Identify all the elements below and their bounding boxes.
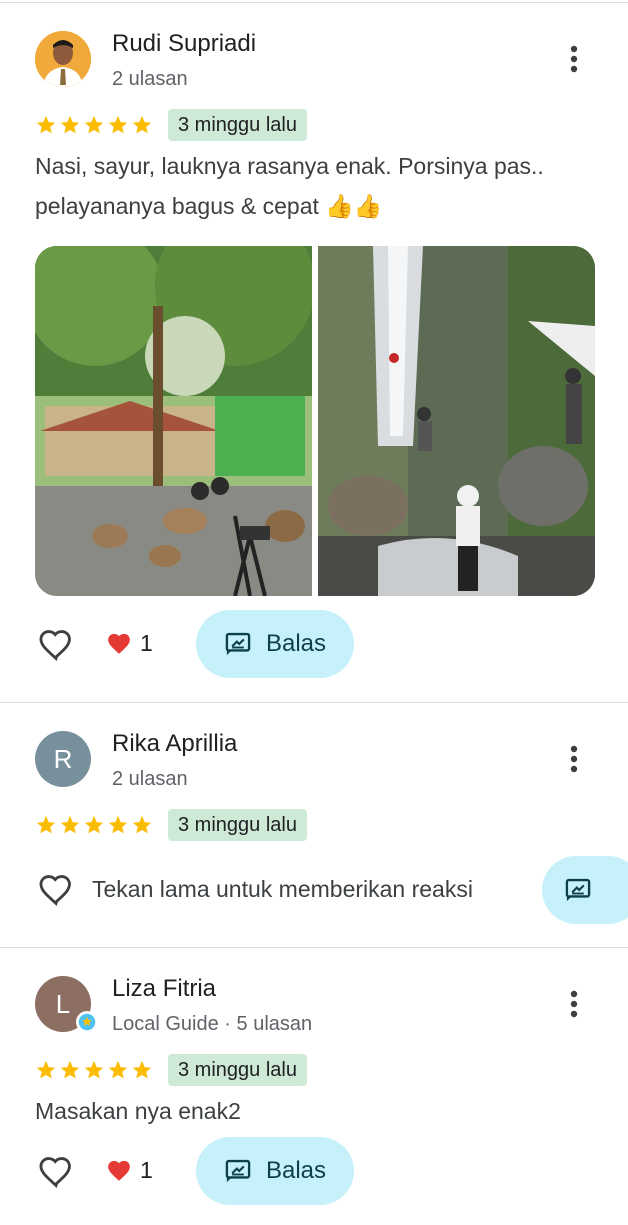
star-icon — [108, 1060, 128, 1079]
local-guide-star-icon — [78, 1013, 96, 1031]
more-options-button[interactable] — [556, 41, 592, 77]
reaction-count: 1 — [140, 630, 153, 656]
reaction-summary[interactable]: 1 — [106, 630, 153, 657]
star-rating — [35, 114, 153, 136]
like-button[interactable] — [37, 871, 75, 909]
star-icon — [108, 815, 128, 834]
reply-icon — [225, 1159, 251, 1183]
more-vert-icon — [570, 990, 578, 1018]
reaction-summary[interactable]: 1 — [106, 1157, 153, 1184]
review-text: Masakan nya enak2 — [35, 1098, 241, 1124]
heart-outline-icon — [39, 630, 71, 662]
review-photo[interactable] — [35, 246, 312, 596]
star-icon — [132, 815, 152, 834]
star-icon — [36, 115, 56, 134]
divider — [0, 947, 628, 948]
star-icon — [84, 115, 104, 134]
avatar-photo — [35, 31, 91, 87]
reaction-hint: Tekan lama untuk memberikan reaksi — [92, 876, 473, 902]
reaction-count: 1 — [140, 1157, 153, 1183]
reply-label: Balas — [265, 630, 327, 657]
reply-icon — [565, 878, 591, 902]
author-name[interactable]: Liza Fitria — [112, 975, 216, 1003]
reply-icon — [225, 632, 251, 656]
star-icon — [132, 1060, 152, 1079]
heart-filled-icon — [108, 633, 130, 654]
author-name[interactable]: Rika Aprillia — [112, 730, 237, 758]
divider — [0, 702, 628, 703]
review-count: 2 ulasan — [112, 768, 188, 790]
more-options-button[interactable] — [556, 741, 592, 777]
avatar[interactable] — [35, 31, 91, 87]
star-icon — [60, 1060, 80, 1079]
like-button[interactable] — [37, 1153, 75, 1191]
avatar[interactable]: R — [35, 731, 91, 787]
avatar-letter: L — [55, 988, 71, 1019]
star-icon — [84, 815, 104, 834]
star-icon — [108, 115, 128, 134]
local-guide-badge — [76, 1011, 98, 1033]
review-count: 2 ulasan — [112, 68, 188, 90]
reply-button[interactable]: Balas — [196, 1137, 354, 1205]
time-badge: 3 minggu lalu — [168, 109, 307, 141]
heart-outline-icon — [39, 1157, 71, 1189]
heart-outline-icon — [39, 875, 71, 907]
star-icon — [36, 815, 56, 834]
outdoor-camp-photo — [35, 246, 312, 596]
reply-label: Balas — [265, 1157, 327, 1184]
time-badge: 3 minggu lalu — [168, 809, 307, 841]
star-icon — [60, 815, 80, 834]
like-button[interactable] — [37, 626, 75, 664]
heart-filled-icon — [108, 1160, 130, 1181]
star-rating — [35, 1059, 153, 1081]
star-icon — [132, 115, 152, 134]
author-name[interactable]: Rudi Supriadi — [112, 30, 256, 58]
reply-button[interactable] — [542, 856, 628, 924]
review-photos — [35, 246, 595, 596]
more-vert-icon — [570, 45, 578, 73]
star-icon — [36, 1060, 56, 1079]
star-icon — [84, 1060, 104, 1079]
divider — [0, 2, 628, 3]
time-badge: 3 minggu lalu — [168, 1054, 307, 1086]
waterfall-rappelling-photo — [318, 246, 595, 596]
star-rating — [35, 814, 153, 836]
more-vert-icon — [570, 745, 578, 773]
review-text: Nasi, sayur, lauknya rasanya enak. Porsi… — [35, 153, 544, 219]
more-options-button[interactable] — [556, 986, 592, 1022]
review-count: Local Guide · 5 ulasan — [112, 1013, 313, 1035]
reply-button[interactable]: Balas — [196, 610, 354, 678]
avatar-letter: R — [53, 743, 73, 774]
review-photo[interactable] — [318, 246, 595, 596]
star-icon — [60, 115, 80, 134]
